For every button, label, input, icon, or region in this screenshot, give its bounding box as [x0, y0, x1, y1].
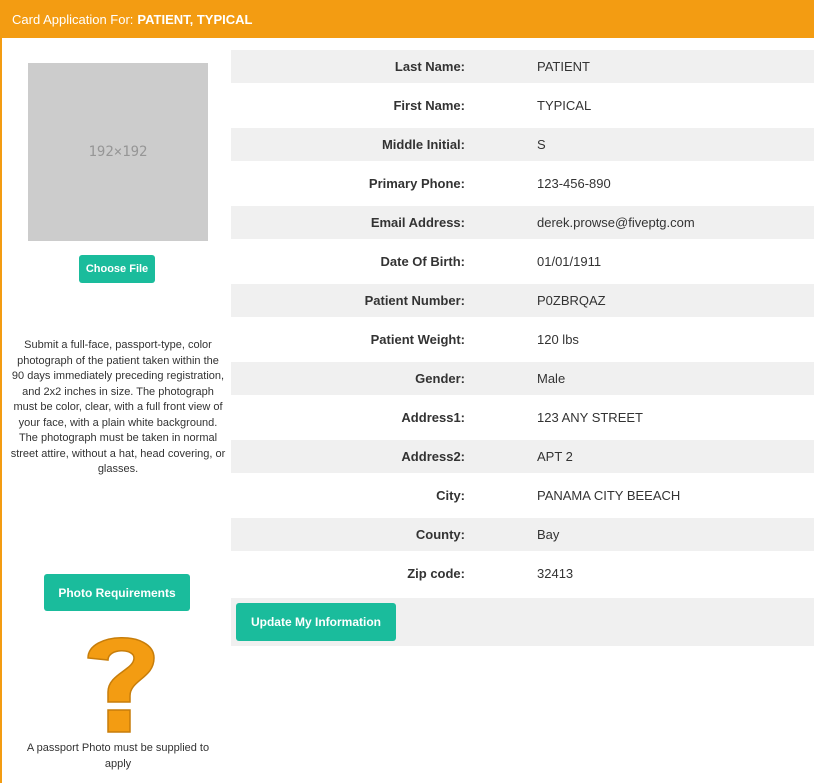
card-application-panel: Card Application For: PATIENT, TYPICAL 1…: [0, 0, 814, 783]
info-row: Address2: APT 2: [231, 440, 814, 473]
field-value: TYPICAL: [537, 98, 592, 113]
info-row: County: Bay: [231, 518, 814, 551]
field-value: Male: [537, 371, 566, 386]
update-my-information-button[interactable]: Update My Information: [236, 603, 396, 641]
passport-photo-note: A passport Photo must be supplied to app…: [26, 742, 210, 770]
patient-name: PATIENT, TYPICAL: [137, 11, 253, 27]
update-bar: Update My Information: [231, 598, 814, 646]
field-label: Patient Weight:: [370, 332, 465, 347]
field-label: Patient Number:: [364, 293, 465, 308]
field-label: City:: [436, 488, 465, 503]
header-label: Card Application For:: [12, 11, 134, 27]
field-value: PANAMA CITY BEEACH: [537, 488, 681, 503]
info-row: Email Address: derek.prowse@fiveptg.com: [231, 206, 814, 239]
field-label: Middle Initial:: [381, 137, 465, 152]
patient-info-table: Last Name: PATIENT First Name: TYPICAL Middl…: [231, 50, 814, 596]
field-value: PATIENT: [537, 59, 590, 74]
photo-column: 192×192 Choose File Submit a full-face, …: [4, 38, 230, 783]
info-row: Middle Initial: S: [231, 128, 814, 161]
field-label: Primary Phone:: [368, 176, 465, 191]
field-label: County:: [415, 527, 465, 542]
field-label: Email Address:: [370, 215, 465, 230]
field-value: S: [537, 137, 546, 152]
field-value: 123 ANY STREET: [537, 410, 643, 425]
field-label: Address1:: [401, 410, 465, 425]
info-row: Zip code: 32413: [231, 551, 814, 596]
field-value: derek.prowse@fiveptg.com: [537, 215, 695, 230]
panel-header: Card Application For: PATIENT, TYPICAL: [2, 0, 814, 38]
info-row: Gender: Male: [231, 362, 814, 395]
field-value: APT 2: [537, 449, 573, 464]
info-row: Patient Weight: 120 lbs: [231, 317, 814, 362]
field-value: P0ZBRQAZ: [537, 293, 606, 308]
field-label: Address2:: [401, 449, 465, 464]
field-value: 123-456-890: [537, 176, 611, 191]
choose-file-button[interactable]: Choose File: [79, 255, 155, 283]
field-label: Zip code:: [407, 566, 465, 581]
field-label: Gender:: [415, 371, 465, 386]
photo-placeholder: 192×192: [28, 63, 208, 241]
info-row: City: PANAMA CITY BEEACH: [231, 473, 814, 518]
field-value: 32413: [537, 566, 574, 581]
info-row: Primary Phone: 123-456-890: [231, 161, 814, 206]
info-row: Patient Number: P0ZBRQAZ: [231, 284, 814, 317]
photo-requirements-button[interactable]: Photo Requirements: [44, 574, 190, 611]
field-value: 120 lbs: [537, 332, 579, 347]
info-row: Last Name: PATIENT: [231, 50, 814, 83]
field-value: Bay: [537, 527, 560, 542]
field-label: Date Of Birth:: [380, 254, 466, 269]
question-mark-icon: [76, 620, 166, 738]
field-value: 01/01/1911: [537, 254, 602, 269]
photo-instructions: Submit a full-face, passport-type, color…: [10, 339, 226, 475]
field-label: Last Name:: [394, 59, 465, 74]
info-row: Address1: 123 ANY STREET: [231, 395, 814, 440]
info-row: First Name: TYPICAL: [231, 83, 814, 128]
field-label: First Name:: [393, 98, 465, 113]
info-row: Date Of Birth: 01/01/1911: [231, 239, 814, 284]
